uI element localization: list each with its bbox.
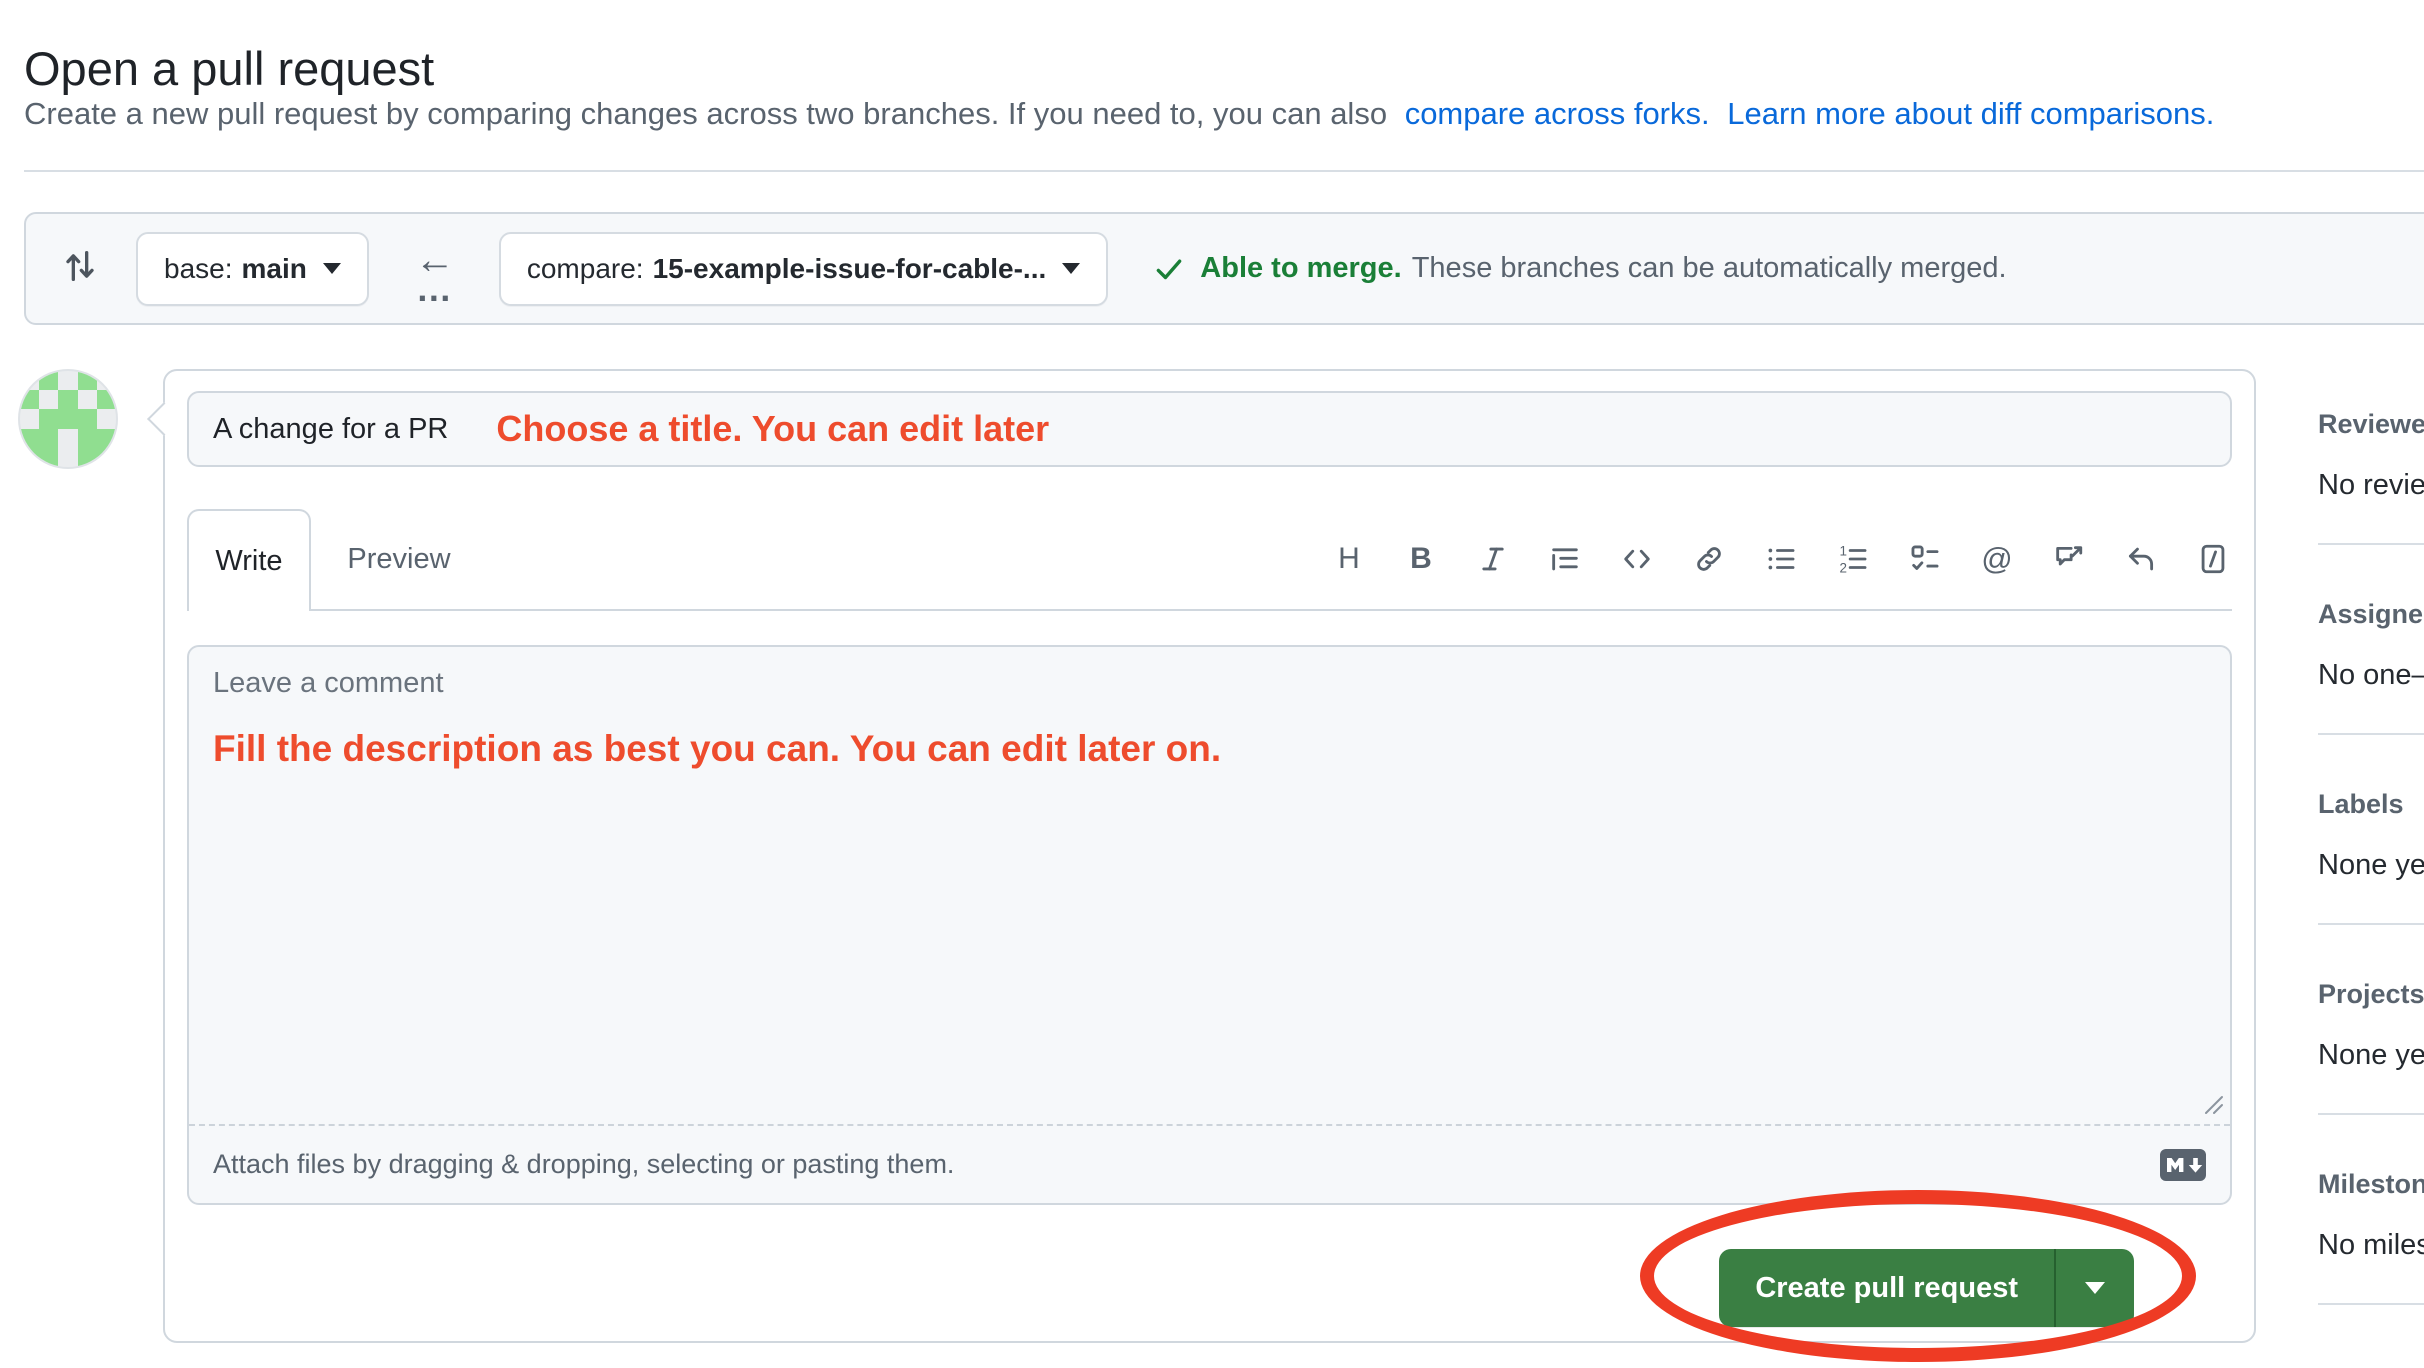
dropdown-caret-icon bbox=[323, 263, 341, 274]
comment-placeholder: Leave a comment bbox=[213, 667, 2206, 700]
sidebar-divider bbox=[2318, 543, 2424, 545]
create-pull-request-label[interactable]: Create pull request bbox=[1719, 1249, 2054, 1327]
page-title: Open a pull request bbox=[24, 41, 434, 96]
compare-label: compare: bbox=[527, 253, 644, 285]
merge-status: Able to merge. These branches can be aut… bbox=[1152, 252, 2006, 286]
slash-command-icon[interactable] bbox=[2196, 542, 2230, 576]
description-annotation: Fill the description as best you can. Yo… bbox=[213, 728, 2206, 770]
compare-branch-selector[interactable]: compare: 15-example-issue-for-cable-... bbox=[499, 232, 1108, 306]
markdown-icon[interactable] bbox=[2160, 1149, 2206, 1181]
arrow-left-dots-icon: ←… bbox=[403, 240, 467, 298]
sidebar-section-title: Assignees bbox=[2318, 597, 2424, 631]
mention-icon[interactable]: @ bbox=[1980, 542, 2014, 576]
tab-preview[interactable]: Preview bbox=[311, 509, 487, 609]
reply-icon[interactable] bbox=[2124, 542, 2158, 576]
merge-status-text: These branches can be automatically merg… bbox=[1412, 252, 2007, 285]
sidebar-section-value: No reviews bbox=[2318, 467, 2424, 503]
dropdown-caret-icon bbox=[1062, 263, 1080, 274]
markdown-toolbar: H B 12 @ bbox=[1332, 509, 2230, 609]
learn-more-diff-link[interactable]: Learn more about diff comparisons. bbox=[1727, 96, 2214, 131]
identicon-avatar bbox=[20, 371, 116, 467]
sidebar-divider bbox=[2318, 1113, 2424, 1115]
sidebar-section-assignees: Assignees No one—assign yourself bbox=[2318, 597, 2424, 693]
pr-title-input[interactable]: A change for a PR Choose a title. You ca… bbox=[187, 391, 2232, 467]
pr-sidebar: Reviewers No reviews Assignees No one—as… bbox=[2318, 369, 2424, 1357]
sidebar-section-milestone: Milestone No milestone bbox=[2318, 1167, 2424, 1263]
open-pull-request-page: { "page": { "title": "Open a pull reques… bbox=[0, 0, 2424, 1368]
sidebar-section-projects: Projects None yet bbox=[2318, 977, 2424, 1073]
pr-title-value: A change for a PR bbox=[213, 413, 448, 446]
avatar[interactable] bbox=[20, 371, 116, 467]
dropdown-caret-icon bbox=[2085, 1282, 2105, 1294]
task-list-icon[interactable] bbox=[1908, 542, 1942, 576]
sidebar-section-reviewers: Reviewers No reviews bbox=[2318, 407, 2424, 503]
check-icon bbox=[1152, 252, 1186, 286]
sidebar-section-title: Labels bbox=[2318, 787, 2424, 821]
sidebar-divider bbox=[2318, 923, 2424, 925]
sidebar-section-title: Projects bbox=[2318, 977, 2424, 1011]
italic-icon[interactable] bbox=[1476, 542, 1510, 576]
sidebar-divider bbox=[2318, 1303, 2424, 1305]
page-subtitle: Create a new pull request by comparing c… bbox=[24, 96, 2214, 132]
subtitle-text: Create a new pull request by comparing c… bbox=[24, 96, 1387, 131]
branch-compare-bar: base: main ←… compare: 15-example-issue-… bbox=[24, 212, 2424, 325]
tab-write[interactable]: Write bbox=[187, 509, 311, 611]
sidebar-section-title: Milestone bbox=[2318, 1167, 2424, 1201]
editor-tab-bar: Write Preview H B 12 bbox=[187, 509, 2232, 611]
create-options-dropdown[interactable] bbox=[2056, 1249, 2134, 1327]
unordered-list-icon[interactable] bbox=[1764, 542, 1798, 576]
quote-icon[interactable] bbox=[1548, 542, 1582, 576]
create-pull-request-button: Create pull request bbox=[1719, 1249, 2134, 1327]
form-actions: Create pull request bbox=[187, 1249, 2232, 1327]
pr-form-container: A change for a PR Choose a title. You ca… bbox=[163, 369, 2256, 1343]
sidebar-section-title: Reviewers bbox=[2318, 407, 2424, 441]
bubble-caret bbox=[147, 402, 181, 436]
title-annotation: Choose a title. You can edit later bbox=[496, 408, 1049, 450]
attach-files-footer: Attach files by dragging & dropping, sel… bbox=[189, 1126, 2230, 1203]
compare-across-forks-link[interactable]: compare across forks. bbox=[1405, 96, 1710, 131]
bold-icon[interactable]: B bbox=[1404, 542, 1438, 576]
sidebar-section-labels: Labels None yet bbox=[2318, 787, 2424, 883]
comment-textarea[interactable]: Leave a comment Fill the description as … bbox=[189, 647, 2230, 1126]
resize-handle-icon[interactable] bbox=[2198, 1089, 2224, 1120]
base-branch-selector[interactable]: base: main bbox=[136, 232, 369, 306]
svg-text:1: 1 bbox=[1840, 543, 1847, 558]
ordered-list-icon[interactable]: 12 bbox=[1836, 542, 1870, 576]
sidebar-section-value: No one—assign yourself bbox=[2318, 657, 2424, 693]
attach-files-hint[interactable]: Attach files by dragging & dropping, sel… bbox=[213, 1149, 2160, 1180]
base-label: base: bbox=[164, 253, 233, 285]
merge-status-bold: Able to merge. bbox=[1200, 252, 1401, 285]
svg-text:2: 2 bbox=[1840, 560, 1847, 575]
sidebar-divider bbox=[2318, 733, 2424, 735]
sidebar-section-value: None yet bbox=[2318, 847, 2424, 883]
link-icon[interactable] bbox=[1692, 542, 1726, 576]
heading-icon[interactable]: H bbox=[1332, 542, 1366, 576]
code-icon[interactable] bbox=[1620, 542, 1654, 576]
sidebar-section-value: No milestone bbox=[2318, 1227, 2424, 1263]
header-divider bbox=[24, 170, 2424, 172]
comment-box: Leave a comment Fill the description as … bbox=[187, 645, 2232, 1205]
sidebar-section-value: None yet bbox=[2318, 1037, 2424, 1073]
compare-branch-name: 15-example-issue-for-cable-... bbox=[653, 253, 1047, 285]
cross-reference-icon[interactable] bbox=[2052, 542, 2086, 576]
git-compare-icon bbox=[60, 246, 100, 291]
base-branch-name: main bbox=[242, 253, 307, 285]
